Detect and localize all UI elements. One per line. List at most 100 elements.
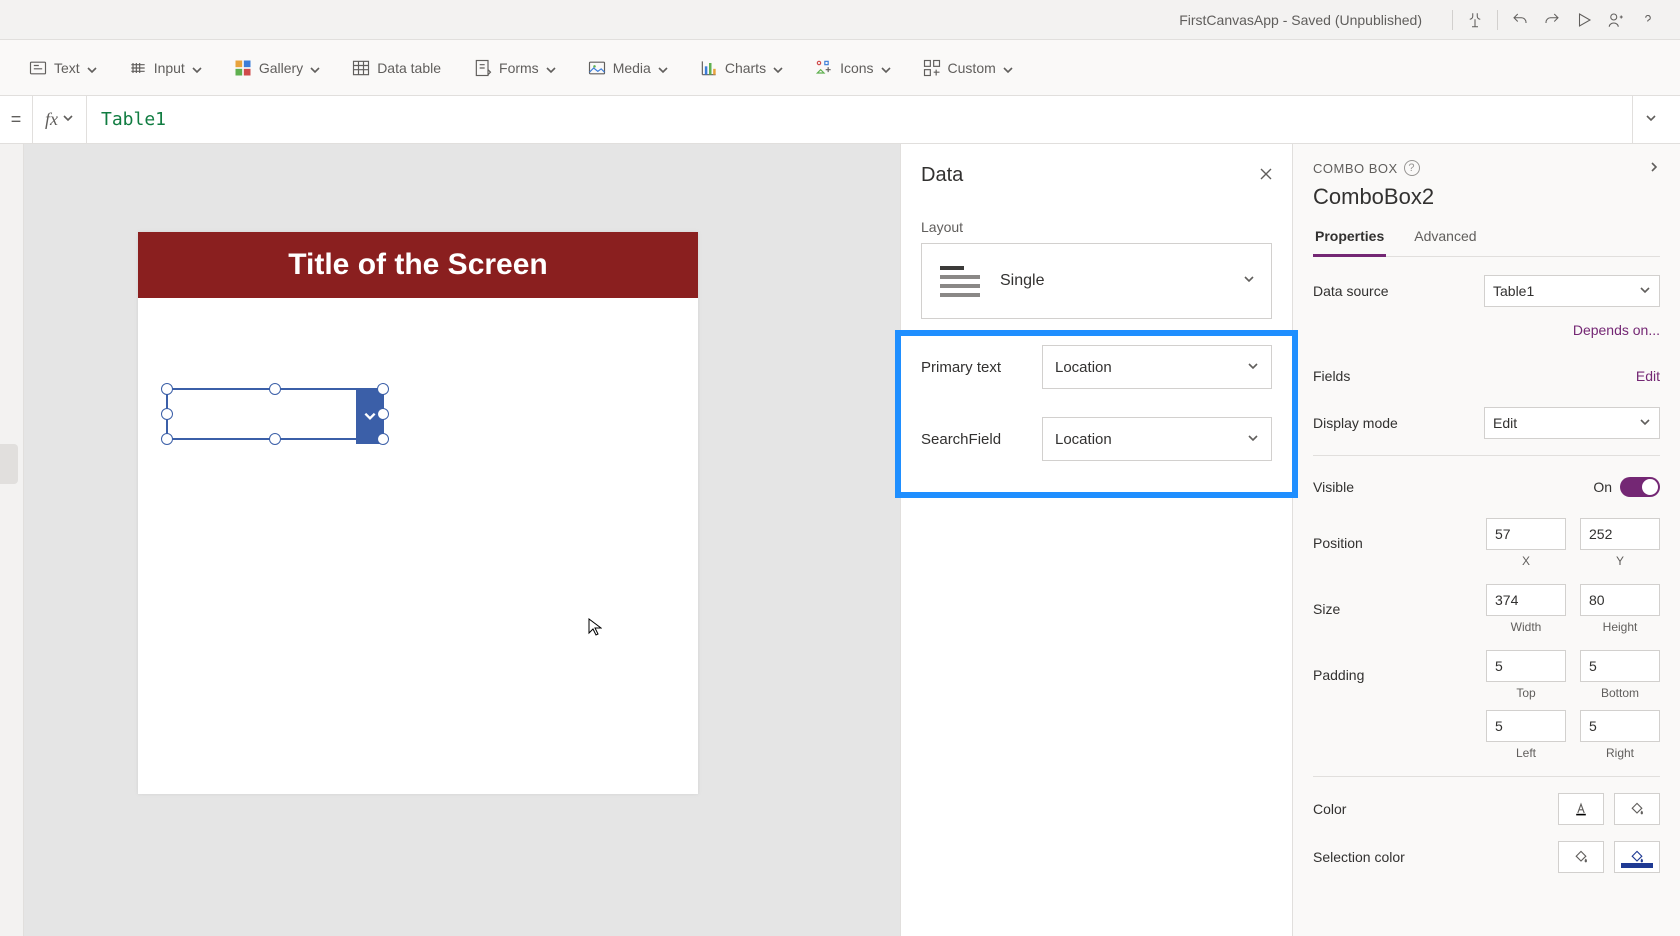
padding-left-input[interactable]: 5 <box>1486 710 1566 742</box>
combobox-control[interactable] <box>166 388 384 440</box>
separator <box>1452 10 1453 30</box>
padding-right-input[interactable]: 5 <box>1580 710 1660 742</box>
control-name: ComboBox2 <box>1313 184 1660 210</box>
ribbon-gallery[interactable]: Gallery <box>229 52 323 84</box>
visible-toggle[interactable]: On <box>1593 477 1660 497</box>
resize-handle[interactable] <box>269 383 281 395</box>
ribbon-data-table[interactable]: Data table <box>347 52 445 84</box>
padding-bottom-value: 5 <box>1589 658 1597 674</box>
fill-color-chip[interactable] <box>1614 793 1660 825</box>
primary-text-dropdown[interactable]: Location <box>1042 345 1272 389</box>
primary-text-row: Primary text Location <box>921 345 1272 389</box>
position-y-input[interactable]: 252 <box>1580 518 1660 550</box>
ribbon-media[interactable]: Media <box>583 52 671 84</box>
left-gutter <box>0 144 24 936</box>
depends-on-link[interactable]: Depends on... <box>1573 322 1660 338</box>
resize-handle[interactable] <box>161 433 173 445</box>
chevron-down-icon <box>772 63 782 73</box>
ribbon-forms-label: Forms <box>499 60 539 76</box>
data-source-select[interactable]: Table1 <box>1484 275 1660 307</box>
chevron-down-icon <box>1645 111 1657 129</box>
help-icon[interactable] <box>1632 4 1664 36</box>
layout-thumb-icon <box>938 259 982 303</box>
chevron-down-icon <box>1639 415 1651 431</box>
resize-handle[interactable] <box>161 408 173 420</box>
resize-handle[interactable] <box>377 433 389 445</box>
close-icon[interactable] <box>1254 162 1278 186</box>
padding-right-value: 5 <box>1589 718 1597 734</box>
selection-fill-chip[interactable] <box>1558 841 1604 873</box>
primary-text-value: Location <box>1055 359 1112 376</box>
search-field-dropdown[interactable]: Location <box>1042 417 1272 461</box>
formula-input[interactable] <box>87 96 1632 143</box>
ribbon-input-label: Input <box>154 60 185 76</box>
fields-edit-link[interactable]: Edit <box>1636 368 1660 384</box>
ribbon-forms[interactable]: Forms <box>469 52 559 84</box>
formula-expand[interactable] <box>1632 96 1668 143</box>
app-checker-icon[interactable] <box>1459 4 1491 36</box>
play-icon[interactable] <box>1568 4 1600 36</box>
separator <box>1497 10 1498 30</box>
search-field-label: SearchField <box>921 431 1001 448</box>
font-color-chip[interactable] <box>1558 793 1604 825</box>
chevron-down-icon <box>1639 283 1651 299</box>
data-source-value: Table1 <box>1493 283 1534 299</box>
padding-top-input[interactable]: 5 <box>1486 650 1566 682</box>
selection-color-label: Selection color <box>1313 849 1558 865</box>
left-sub: Left <box>1516 746 1536 760</box>
canvas[interactable]: Title of the Screen <box>24 144 900 936</box>
text-icon <box>28 58 48 78</box>
tab-advanced[interactable]: Advanced <box>1412 222 1478 256</box>
ribbon-charts-label: Charts <box>725 60 766 76</box>
toggle-switch-icon <box>1620 477 1660 497</box>
size-height-input[interactable]: 80 <box>1580 584 1660 616</box>
resize-handle[interactable] <box>269 433 281 445</box>
fx-icon: fx <box>45 109 58 130</box>
ribbon-media-label: Media <box>613 60 651 76</box>
screen: Title of the Screen <box>138 232 698 794</box>
ribbon-icons[interactable]: Icons <box>810 52 893 84</box>
top-sub: Top <box>1516 686 1535 700</box>
x-sub: X <box>1522 554 1530 568</box>
visible-label: Visible <box>1313 479 1593 495</box>
size-width-value: 374 <box>1495 592 1518 608</box>
size-label: Size <box>1313 601 1486 617</box>
title-bar: FirstCanvasApp - Saved (Unpublished) <box>0 0 1680 40</box>
ribbon-charts[interactable]: Charts <box>695 52 786 84</box>
ribbon-text-label: Text <box>54 60 80 76</box>
redo-icon[interactable] <box>1536 4 1568 36</box>
fx-dropdown[interactable]: fx <box>32 96 87 143</box>
custom-icon <box>922 58 942 78</box>
chevron-right-icon[interactable] <box>1648 161 1660 176</box>
undo-icon[interactable] <box>1504 4 1536 36</box>
color-label: Color <box>1313 801 1558 817</box>
chevron-down-icon <box>191 63 201 73</box>
help-tip-icon[interactable]: ? <box>1404 160 1420 176</box>
charts-icon <box>699 58 719 78</box>
chevron-down-icon <box>1243 272 1255 290</box>
ribbon-data-table-label: Data table <box>377 60 441 76</box>
position-y-value: 252 <box>1589 526 1612 542</box>
screen-title: Title of the Screen <box>138 232 698 298</box>
ribbon-custom[interactable]: Custom <box>918 52 1016 84</box>
size-width-input[interactable]: 374 <box>1486 584 1566 616</box>
tab-properties[interactable]: Properties <box>1313 222 1386 257</box>
resize-handle[interactable] <box>161 383 173 395</box>
layout-selector[interactable]: Single <box>921 243 1272 319</box>
padding-bottom-input[interactable]: 5 <box>1580 650 1660 682</box>
bottom-sub: Bottom <box>1601 686 1639 700</box>
tree-collapse-handle[interactable] <box>0 444 18 484</box>
share-icon[interactable] <box>1600 4 1632 36</box>
ribbon-gallery-label: Gallery <box>259 60 303 76</box>
search-field-value: Location <box>1055 431 1112 448</box>
resize-handle[interactable] <box>377 408 389 420</box>
display-mode-select[interactable]: Edit <box>1484 407 1660 439</box>
ribbon-input[interactable]: Input <box>124 52 205 84</box>
media-icon <box>587 58 607 78</box>
chevron-down-icon <box>657 63 667 73</box>
ribbon-text[interactable]: Text <box>24 52 100 84</box>
selection-fill-color-chip[interactable] <box>1614 841 1660 873</box>
resize-handle[interactable] <box>377 383 389 395</box>
position-x-input[interactable]: 57 <box>1486 518 1566 550</box>
properties-tabs: Properties Advanced <box>1313 222 1660 257</box>
